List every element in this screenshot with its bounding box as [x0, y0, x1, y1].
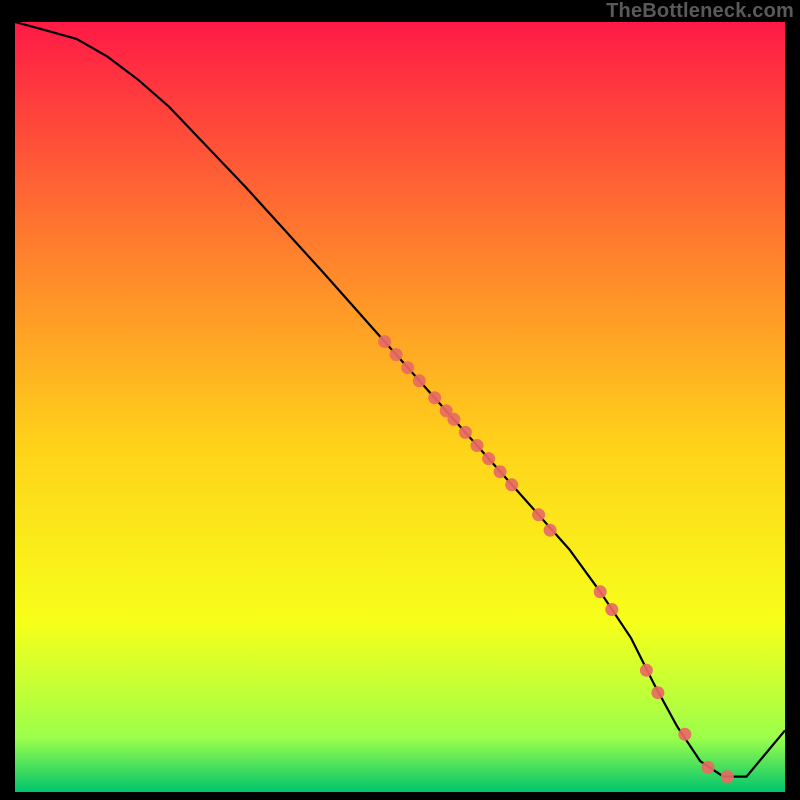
marker-point [678, 728, 691, 741]
watermark-label: TheBottleneck.com [606, 0, 794, 23]
marker-point [721, 770, 734, 783]
bottleneck-chart: TheBottleneck.com [0, 0, 800, 800]
marker-point [482, 452, 495, 465]
plot-area [15, 22, 785, 792]
chart-svg [15, 22, 785, 792]
marker-point [447, 413, 460, 426]
marker-point [428, 391, 441, 404]
gradient-background [15, 22, 785, 792]
marker-point [401, 361, 414, 374]
marker-point [640, 664, 653, 677]
marker-point [413, 374, 426, 387]
marker-point [651, 686, 664, 699]
marker-point [378, 335, 391, 348]
marker-point [459, 426, 472, 439]
marker-point [594, 585, 607, 598]
marker-point [505, 478, 518, 491]
marker-point [605, 603, 618, 616]
marker-point [532, 508, 545, 521]
marker-point [390, 348, 403, 361]
marker-point [544, 524, 557, 537]
marker-point [494, 465, 507, 478]
marker-point [702, 761, 715, 774]
marker-point [471, 439, 484, 452]
